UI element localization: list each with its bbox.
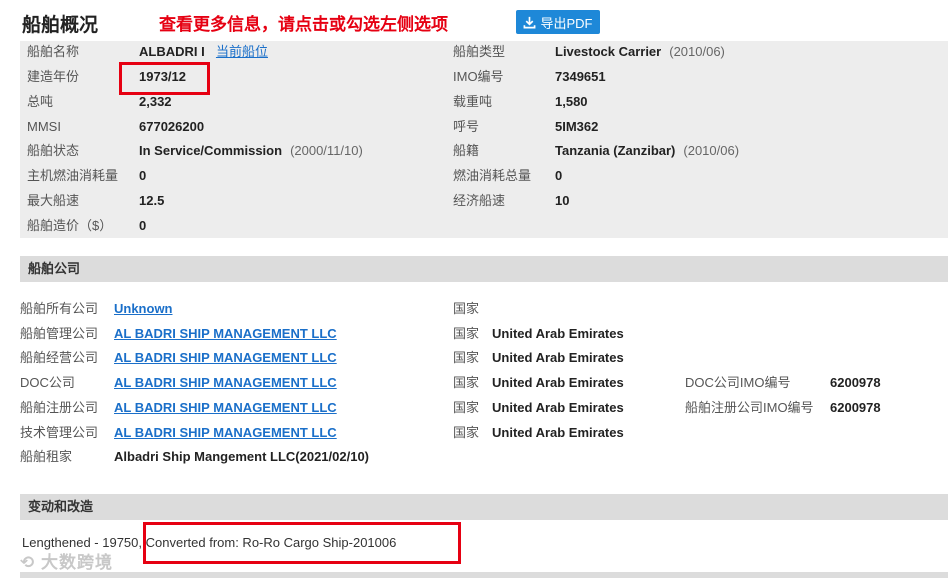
company-label: DOC公司 (20, 375, 75, 390)
max-speed-value: 12.5 (139, 193, 165, 208)
company-label: 船舶经营公司 (20, 350, 99, 365)
field-label: 船舶名称 (27, 44, 80, 59)
row-imo: IMO编号 7349651 (453, 67, 933, 87)
field-label: 总吨 (27, 94, 54, 109)
export-pdf-label: 导出PDF (540, 15, 593, 31)
field-label: 船籍 (453, 143, 480, 158)
page-title: 船舶概况 (22, 15, 99, 36)
company-label: 船舶所有公司 (20, 301, 99, 316)
row-max-speed: 最大船速 12.5 (27, 191, 447, 211)
country-label: 国家 (453, 350, 480, 365)
field-label: 船舶状态 (27, 143, 80, 158)
ship-cost-value: 0 (139, 218, 147, 233)
export-pdf-button[interactable]: 导出PDF (516, 10, 600, 34)
field-label: 燃油消耗总量 (453, 168, 532, 183)
ship-name-value: ALBADRI I 当前船位 (139, 44, 268, 59)
row-ship-cost: 船舶造价（$） 0 (27, 216, 447, 236)
download-icon (524, 16, 536, 28)
field-label: 船舶类型 (453, 44, 506, 59)
status-value: In Service/Commission (2000/11/10) (139, 143, 363, 158)
registered-company-link[interactable]: AL BADRI SHIP MANAGEMENT LLC (114, 398, 337, 418)
deadweight-value: 1,580 (555, 94, 588, 109)
section-changes-header: 变动和改造 (20, 494, 948, 520)
field-label: 建造年份 (27, 69, 80, 84)
company-label: 船舶租家 (20, 449, 73, 464)
current-position-link[interactable]: 当前船位 (216, 44, 268, 59)
row-total-fuel: 燃油消耗总量 0 (453, 166, 933, 186)
page-header: 船舶概况 查看更多信息，请点击或勾选左侧选项 导出PDF (22, 8, 948, 38)
watermark-logo: ⟲ 大数跨境 (20, 548, 113, 573)
call-sign-value: 5IM362 (555, 119, 599, 134)
registered-imo-label: 船舶注册公司IMO编号 (685, 400, 814, 415)
row-gross-tonnage: 总吨 2,332 (27, 92, 447, 112)
company-row-owner: 船舶所有公司 Unknown 国家 (20, 299, 940, 319)
country-value: United Arab Emirates (492, 400, 624, 415)
bottom-section-strip (20, 572, 948, 578)
section-company-header: 船舶公司 (20, 256, 948, 282)
imo-value: 7349651 (555, 69, 606, 84)
status-date: (2000/11/10) (290, 143, 363, 158)
country-label: 国家 (453, 326, 480, 341)
country-value: United Arab Emirates (492, 375, 624, 390)
flag-date: (2010/06) (683, 143, 740, 158)
field-label: IMO编号 (453, 69, 504, 84)
gross-tonnage-value: 2,332 (139, 94, 172, 109)
doc-imo-label: DOC公司IMO编号 (685, 375, 791, 390)
technical-company-link[interactable]: AL BADRI SHIP MANAGEMENT LLC (114, 423, 337, 443)
ship-type-value: Livestock Carrier (2010/06) (555, 44, 725, 59)
flag-value: Tanzania (Zanzibar) (2010/06) (555, 143, 740, 158)
company-label: 船舶注册公司 (20, 400, 99, 415)
manager-company-link[interactable]: AL BADRI SHIP MANAGEMENT LLC (114, 324, 337, 344)
company-row-doc: DOC公司 AL BADRI SHIP MANAGEMENT LLC 国家 Un… (20, 373, 940, 393)
country-label: 国家 (453, 301, 480, 316)
hint-text: 查看更多信息，请点击或勾选左侧选项 (159, 15, 448, 34)
economic-speed-value: 10 (555, 193, 570, 208)
row-call-sign: 呼号 5IM362 (453, 117, 933, 137)
country-label: 国家 (453, 425, 480, 440)
country-value: United Arab Emirates (492, 350, 624, 365)
row-ship-type: 船舶类型 Livestock Carrier (2010/06) (453, 42, 933, 62)
country-label: 国家 (453, 375, 480, 390)
field-label: 呼号 (453, 119, 480, 134)
build-year-highlight-box (119, 62, 210, 95)
row-flag: 船籍 Tanzania (Zanzibar) (2010/06) (453, 141, 933, 161)
row-build-year: 建造年份 1973/12 (27, 67, 447, 87)
main-engine-fuel-value: 0 (139, 168, 147, 183)
total-fuel-value: 0 (555, 168, 563, 183)
country-value: United Arab Emirates (492, 326, 624, 341)
country-value: United Arab Emirates (492, 425, 624, 440)
company-row-registered: 船舶注册公司 AL BADRI SHIP MANAGEMENT LLC 国家 U… (20, 398, 940, 418)
company-row-charterer: 船舶租家 Albadri Ship Mangement LLC(2021/02/… (20, 447, 940, 467)
field-label: MMSI (27, 119, 61, 134)
field-label: 船舶造价（$） (27, 218, 113, 233)
ship-type-date: (2010/06) (669, 44, 725, 59)
row-status: 船舶状态 In Service/Commission (2000/11/10) (27, 141, 447, 161)
registered-imo-value: 6200978 (830, 400, 881, 415)
field-label: 经济船速 (453, 193, 506, 208)
company-label: 技术管理公司 (20, 425, 99, 440)
row-main-engine-fuel: 主机燃油消耗量 0 (27, 166, 447, 186)
watermark-text: 大数跨境 (40, 553, 113, 572)
company-label: 船舶管理公司 (20, 326, 99, 341)
doc-imo-value: 6200978 (830, 375, 881, 390)
country-label: 国家 (453, 400, 480, 415)
operator-company-link[interactable]: AL BADRI SHIP MANAGEMENT LLC (114, 348, 337, 368)
mmsi-value: 677026200 (139, 119, 205, 134)
watermark-icon: ⟲ (20, 553, 36, 572)
row-deadweight: 载重吨 1,580 (453, 92, 933, 112)
row-ship-name: 船舶名称 ALBADRI I 当前船位 (27, 42, 447, 62)
company-row-operator: 船舶经营公司 AL BADRI SHIP MANAGEMENT LLC 国家 U… (20, 348, 940, 368)
charterer-value: Albadri Ship Mangement LLC(2021/02/10) (114, 449, 370, 464)
field-label: 主机燃油消耗量 (27, 168, 119, 183)
changes-highlight-box (143, 522, 461, 564)
row-mmsi: MMSI 677026200 (27, 117, 447, 137)
company-row-technical: 技术管理公司 AL BADRI SHIP MANAGEMENT LLC 国家 U… (20, 423, 940, 443)
doc-company-link[interactable]: AL BADRI SHIP MANAGEMENT LLC (114, 373, 337, 393)
field-label: 最大船速 (27, 193, 80, 208)
row-economic-speed: 经济船速 10 (453, 191, 933, 211)
field-label: 载重吨 (453, 94, 493, 109)
company-row-manager: 船舶管理公司 AL BADRI SHIP MANAGEMENT LLC 国家 U… (20, 324, 940, 344)
owner-company-link[interactable]: Unknown (114, 299, 173, 319)
